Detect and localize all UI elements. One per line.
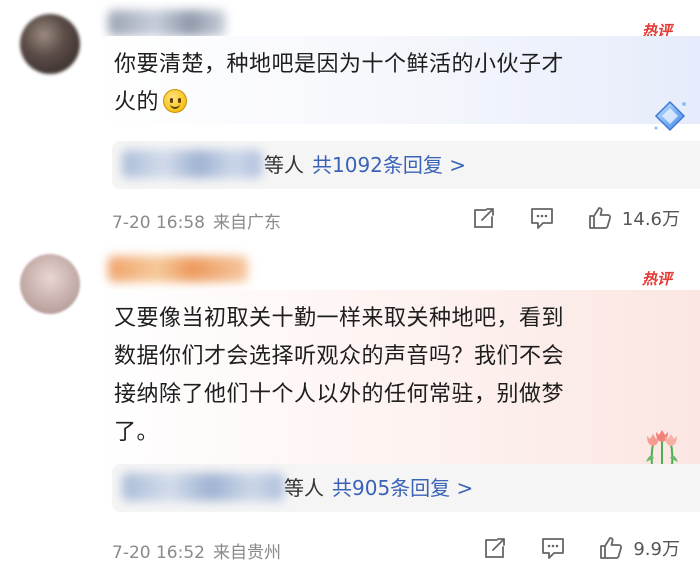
comment-location: 来自贵州 (212, 543, 281, 563)
like-icon[interactable] (586, 204, 614, 232)
reply-summary[interactable]: 等人 共905条回复 > (112, 464, 700, 512)
comment-icon[interactable] (528, 204, 556, 232)
comment-meta: 7-20 16:52 来自贵州 (112, 538, 289, 563)
avatar[interactable] (20, 254, 80, 314)
tulip-sticker-icon (646, 430, 678, 467)
comment-location: 来自广东 (212, 213, 281, 233)
reply-usernames-blurred (122, 150, 262, 178)
comment-item: 热评 你要清楚，种地吧是因为十个鲜活的小伙子才 火的 等人 共1092条回复 > … (0, 0, 700, 248)
comment-actions: 9.9万 (451, 534, 680, 562)
emoji-smile-icon (163, 89, 188, 113)
comment-text-line-emoji-row: 火的 (114, 84, 684, 122)
comment-date: 7-20 16:58 (112, 213, 205, 233)
comment-text-line: 了。 (114, 420, 160, 445)
comment-text: 你要清楚，种地吧是因为十个鲜活的小伙子才 火的 (114, 46, 684, 122)
reply-count-link[interactable]: 共905条回复 > (332, 476, 473, 500)
comment-text-line: 火的 (114, 90, 160, 115)
like-count: 14.6万 (621, 209, 680, 230)
repost-icon[interactable] (481, 534, 509, 562)
reply-summary[interactable]: 等人 共1092条回复 > (112, 141, 700, 189)
username-blurred[interactable] (108, 10, 226, 36)
like-icon[interactable] (597, 534, 625, 562)
comment-text-line: 你要清楚，种地吧是因为十个鲜活的小伙子才 (114, 52, 565, 77)
repost-icon[interactable] (470, 204, 498, 232)
reply-count-link[interactable]: 共1092条回复 > (312, 153, 466, 177)
hot-comment-badge: 热评 (641, 270, 672, 288)
username-blurred[interactable] (108, 256, 248, 282)
reply-etc-label: 等人 (284, 476, 324, 500)
comment-meta: 7-20 16:58 来自广东 (112, 208, 289, 233)
reply-etc-label: 等人 (264, 153, 304, 177)
comment-date: 7-20 16:52 (112, 543, 205, 563)
comment-bubble[interactable]: 你要清楚，种地吧是因为十个鲜活的小伙子才 火的 (96, 36, 700, 124)
comment-icon[interactable] (539, 534, 567, 562)
like-count: 9.9万 (633, 539, 680, 560)
comment-text-line: 又要像当初取关十勤一样来取关种地吧，看到 (114, 306, 565, 331)
comment-text-line: 数据你们才会选择听观众的声音吗？我们不会 (114, 344, 565, 369)
diamond-sticker-icon (654, 100, 686, 132)
reply-usernames-blurred (122, 473, 284, 501)
comment-actions: 14.6万 (440, 204, 680, 232)
comment-text: 又要像当初取关十勤一样来取关种地吧，看到 数据你们才会选择听观众的声音吗？我们不… (114, 300, 684, 452)
avatar[interactable] (20, 14, 80, 74)
comment-item: 热评 又要像当初取关十勤一样来取关种地吧，看到 数据你们才会选择听观众的声音吗？… (0, 248, 700, 569)
comment-text-line: 接纳除了他们十个人以外的任何常驻，别做梦 (114, 382, 565, 407)
